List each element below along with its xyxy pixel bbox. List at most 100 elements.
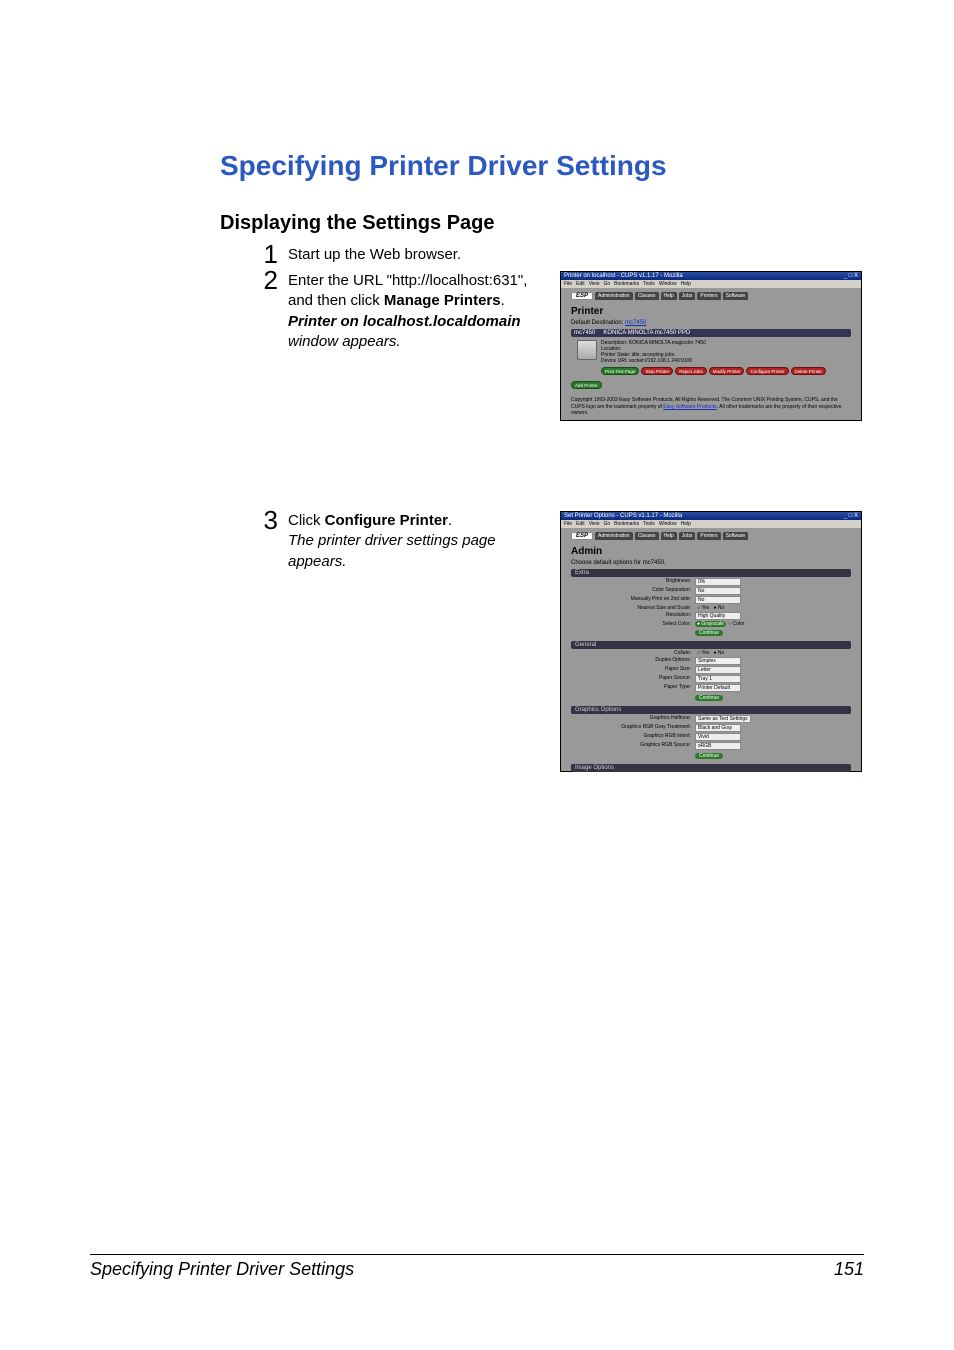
window-titlebar: Printer on localhost - CUPS v1.1.17 - Mo… <box>561 272 861 280</box>
step-2-block: 2 Enter the URL "http://local­host:631",… <box>250 271 864 481</box>
admin-window-screenshot: Set Printer Options - CUPS v1.1.17 - Moz… <box>560 511 862 772</box>
tab-printers[interactable]: Printers <box>697 532 720 540</box>
menu-item[interactable]: View <box>589 521 600 527</box>
label-color-separation: Color Separation: <box>571 587 695 595</box>
window-menubar[interactable]: File Edit View Go Bookmarks Tools Window… <box>561 520 861 528</box>
cups-tabs: ESP Administration Classes Help Jobs Pri… <box>571 292 851 300</box>
printer-icon <box>577 340 597 360</box>
label-halftone: Graphics Halftone: <box>571 715 695 723</box>
select-paper-size[interactable]: Letter <box>695 666 741 674</box>
tab-jobs[interactable]: Jobs <box>679 292 696 300</box>
step-text: Enter the URL "http://local­host:631", a… <box>288 271 538 352</box>
tab-administration[interactable]: Administration <box>595 532 633 540</box>
select-brightness[interactable]: 0% <box>695 578 741 586</box>
label-brightness: Brightness: <box>571 578 695 586</box>
label-nearest-size: Nearest Size and Scale: <box>571 605 695 611</box>
step-period: . <box>448 512 452 529</box>
default-link[interactable]: mc7450 <box>625 320 646 326</box>
select-rgb-intent[interactable]: Vivid <box>695 733 741 741</box>
menu-item[interactable]: Help <box>681 521 691 527</box>
step-1: 1 Start up the Web browser. <box>250 245 864 271</box>
menu-item[interactable]: Help <box>681 281 691 287</box>
menu-item[interactable]: Bookmarks <box>614 521 639 527</box>
radio-color[interactable]: Color <box>726 621 746 627</box>
select-manual-2nd[interactable]: No <box>695 596 741 604</box>
tab-help[interactable]: Help <box>661 292 677 300</box>
printer-ppd: KONICA MINOLTA mc7450 PPD <box>603 330 690 336</box>
tab-printers[interactable]: Printers <box>697 292 720 300</box>
menu-item[interactable]: Go <box>603 281 610 287</box>
select-gray-treatment[interactable]: Black and Gray <box>695 724 741 732</box>
tab-software[interactable]: Software <box>723 532 749 540</box>
window-buttons[interactable]: _ □ X <box>844 273 858 279</box>
select-color-separation[interactable]: No <box>695 587 741 595</box>
menu-item[interactable]: Window <box>659 281 677 287</box>
menu-item[interactable]: File <box>564 281 572 287</box>
page-footer: Specifying Printer Driver Settings 151 <box>90 1254 864 1280</box>
add-printer-button[interactable]: Add Printer <box>571 381 602 389</box>
radio-nearest-no[interactable]: No <box>712 605 727 611</box>
delete-printer-button[interactable]: Delete Printer <box>791 367 827 375</box>
step-text: Click Configure Printer. The printer dri… <box>288 511 538 572</box>
print-test-page-button[interactable]: Print Test Page <box>601 367 639 375</box>
select-resolution[interactable]: High Quality <box>695 612 741 620</box>
page-subtext: Choose default options for mc7450. <box>571 560 851 566</box>
radio-collate-yes[interactable]: Yes <box>695 650 712 656</box>
window-title: Printer on localhost - CUPS v1.1.17 - Mo… <box>564 273 683 279</box>
menu-item[interactable]: Tools <box>643 521 655 527</box>
select-paper-source[interactable]: Tray 1 <box>695 675 741 683</box>
menu-item[interactable]: Go <box>603 521 610 527</box>
modify-printer-button[interactable]: Modify Printer <box>709 367 745 375</box>
menu-item[interactable]: Window <box>659 521 677 527</box>
heading-1: Specifying Printer Driver Settings <box>220 150 864 182</box>
window-title: Set Printer Options - CUPS v1.1.17 - Moz… <box>564 513 682 519</box>
continue-button[interactable]: Continue <box>695 695 723 701</box>
continue-button[interactable]: Continue <box>695 630 723 636</box>
tab-classes[interactable]: Classes <box>635 292 659 300</box>
esp-logo: ESP <box>571 532 593 540</box>
label-rgb-source: Graphics RGB Source: <box>571 742 695 750</box>
copyright-link[interactable]: Easy Software Products <box>663 404 716 410</box>
step-bold: Manage Printers <box>384 292 501 309</box>
window-buttons[interactable]: _ □ X <box>844 513 858 519</box>
tab-help[interactable]: Help <box>661 532 677 540</box>
select-paper-type[interactable]: Printer Default <box>695 684 741 692</box>
continue-button[interactable]: Continue <box>695 753 723 759</box>
radio-grayscale[interactable]: Grayscale <box>695 621 726 627</box>
label-gray-treatment: Graphics RGB Gray Treatment: <box>571 724 695 732</box>
select-halftone[interactable]: Same as Text Settings <box>695 715 751 723</box>
radio-nearest-yes[interactable]: Yes <box>695 605 712 611</box>
window-menubar[interactable]: File Edit View Go Bookmarks Tools Window… <box>561 280 861 288</box>
page-heading: Printer <box>571 306 851 317</box>
tab-software[interactable]: Software <box>723 292 749 300</box>
stop-printer-button[interactable]: Stop Printer <box>641 367 673 375</box>
menu-item[interactable]: File <box>564 521 572 527</box>
reject-jobs-button[interactable]: Reject Jobs <box>675 367 707 375</box>
step-number: 2 <box>250 267 278 293</box>
tab-administration[interactable]: Administration <box>595 292 633 300</box>
default-destination: Default Destination: mc7450 <box>571 320 851 326</box>
label-paper-type: Paper Type: <box>571 684 695 692</box>
menu-item[interactable]: Tools <box>643 281 655 287</box>
tab-jobs[interactable]: Jobs <box>679 532 696 540</box>
radio-collate-no[interactable]: No <box>712 650 727 656</box>
step-italic-bold: Printer on localhost.local­domain <box>288 313 521 330</box>
step-text: Start up the Web browser. <box>288 245 461 265</box>
default-label: Default Destination: <box>571 320 625 326</box>
step-lead: Click <box>288 512 325 529</box>
menu-item[interactable]: Bookmarks <box>614 281 639 287</box>
step-period: . <box>501 292 505 309</box>
copyright-text: Copyright 1993-2003 Easy Software Produc… <box>571 397 851 416</box>
printer-window-screenshot: Printer on localhost - CUPS v1.1.17 - Mo… <box>560 271 862 421</box>
heading-2: Displaying the Settings Page <box>220 212 864 235</box>
section-image: Image Options <box>571 764 851 772</box>
configure-printer-button[interactable]: Configure Printer <box>746 367 788 375</box>
menu-item[interactable]: Edit <box>576 521 585 527</box>
section-general: General <box>571 641 851 649</box>
printer-info: Description: KONICA MINOLTA magicolor 74… <box>601 340 826 378</box>
menu-item[interactable]: Edit <box>576 281 585 287</box>
select-duplex[interactable]: Simplex <box>695 657 741 665</box>
select-rgb-source[interactable]: sRGB <box>695 742 741 750</box>
menu-item[interactable]: View <box>589 281 600 287</box>
tab-classes[interactable]: Classes <box>635 532 659 540</box>
